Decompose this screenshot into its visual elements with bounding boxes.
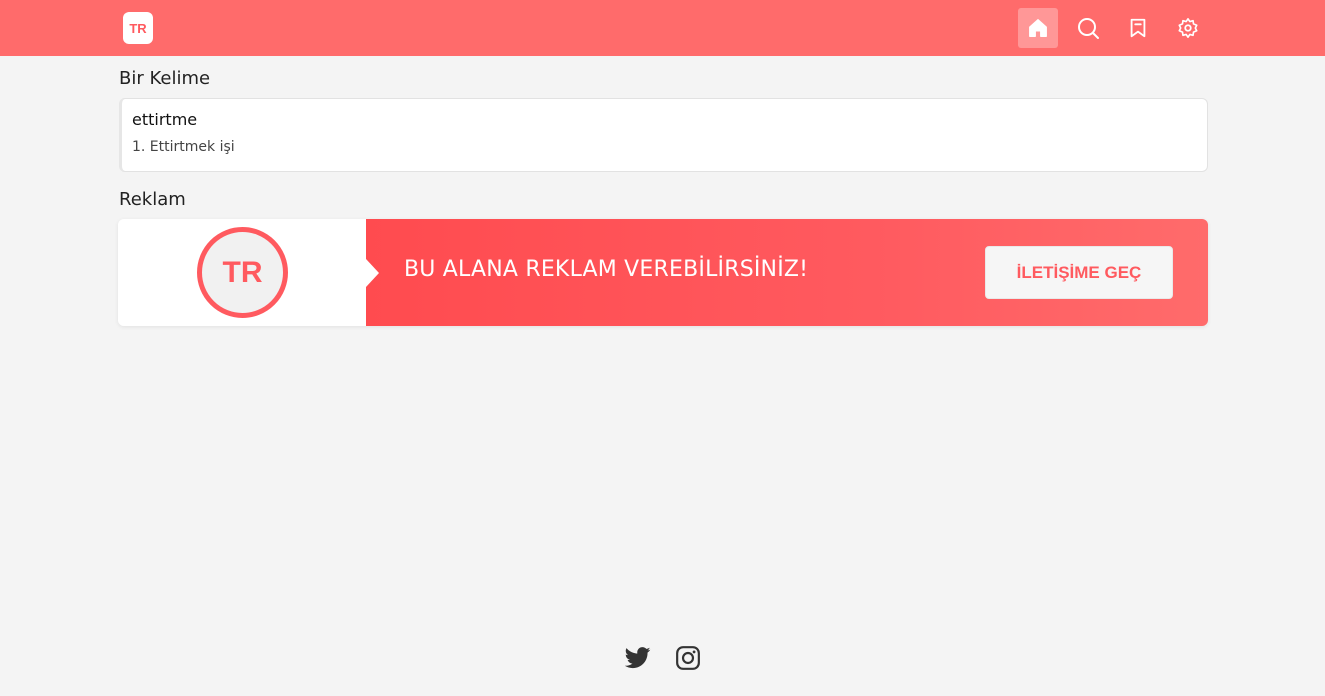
ad-banner[interactable]: TR BU ALANA REKLAM VEREBİLİRSİNİZ! İLETİ… xyxy=(118,219,1208,326)
word-card[interactable]: ettirtme 1. Ettirtmek işi xyxy=(119,98,1208,172)
ad-section-title: Reklam xyxy=(119,189,186,210)
nav-home-button[interactable] xyxy=(1018,8,1058,48)
ad-arrow-shape xyxy=(366,259,379,287)
nav-bookmark-button[interactable] xyxy=(1118,8,1158,48)
gear-icon xyxy=(1178,18,1198,38)
word-definition: 1. Ettirtmek işi xyxy=(132,139,235,155)
word-title[interactable]: ettirtme xyxy=(132,110,197,129)
top-navbar: TR xyxy=(0,0,1325,56)
ad-banner-text: BU ALANA REKLAM VEREBİLİRSİNİZ! xyxy=(404,257,809,282)
home-icon xyxy=(1029,19,1047,37)
search-icon xyxy=(1078,18,1099,39)
site-logo[interactable]: TR xyxy=(123,12,153,44)
word-section-title: Bir Kelime xyxy=(119,68,211,89)
twitter-icon xyxy=(625,647,651,669)
nav-settings-button[interactable] xyxy=(1168,8,1208,48)
instagram-link[interactable] xyxy=(674,644,702,672)
bookmark-icon xyxy=(1130,18,1146,38)
contact-button[interactable]: İLETİŞİME GEÇ xyxy=(985,246,1173,299)
ad-logo: TR xyxy=(197,227,288,318)
twitter-link[interactable] xyxy=(624,644,652,672)
ad-logo-panel: TR xyxy=(118,219,366,326)
nav-search-button[interactable] xyxy=(1068,8,1108,48)
ad-message-panel: BU ALANA REKLAM VEREBİLİRSİNİZ! İLETİŞİM… xyxy=(366,219,1208,326)
instagram-icon xyxy=(676,646,700,670)
